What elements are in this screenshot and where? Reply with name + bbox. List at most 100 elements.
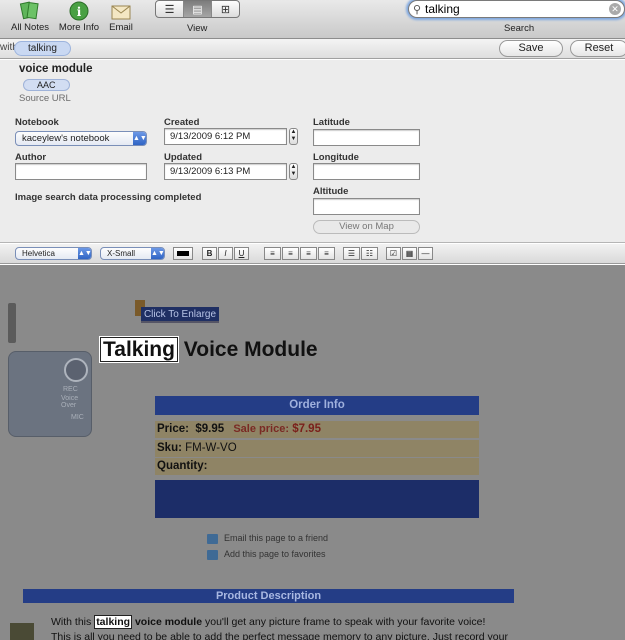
table-icon[interactable]: ▦ [402,247,417,260]
sku-value: FM-W-VO [185,442,237,454]
email-friend-text: Email this page to a friend [224,533,329,543]
email-friend-link[interactable]: Email this page to a friend [207,533,328,544]
notebook-select-value: kaceylew's notebook [22,133,110,144]
sku-label: Sku: [157,442,182,454]
order-info-header: Order Info [155,396,479,415]
desc-post: you'll get any picture frame to speak wi… [202,616,486,628]
envelope-icon [110,1,132,21]
note-content[interactable]: REC Voice Over MIC Click To Enlarge Talk… [0,265,625,640]
save-search-button[interactable]: Save [499,40,563,57]
tag-pill[interactable]: AAC [23,79,70,91]
chevron-updown-icon: ▲▼ [133,132,147,145]
font-select[interactable]: Helvetica ▲▼ [15,247,92,260]
search-term-pill[interactable]: talking [14,41,71,56]
device-antenna-image [8,303,16,343]
view-on-map-button[interactable]: View on Map [313,220,420,234]
bold-button[interactable]: B [202,247,217,260]
chevron-updown-icon: ▲▼ [151,248,165,259]
voice-module-image: REC Voice Over MIC [8,351,92,437]
chevron-updown-icon: ▲▼ [78,248,92,259]
all-notes-label: All Notes [10,22,49,33]
image-search-status: Image search data processing completed [15,192,202,203]
numbered-list-icon[interactable]: ☷ [361,247,378,260]
underline-button[interactable]: U [234,247,249,260]
font-size-select-value: X-Small [107,249,136,258]
quantity-label: Quantity: [157,460,208,472]
align-left-icon[interactable]: ≡ [264,247,281,260]
altitude-label: Altitude [313,186,349,197]
reset-search-button[interactable]: Reset [570,40,625,57]
align-right-icon[interactable]: ≡ [300,247,317,260]
italic-button[interactable]: I [218,247,233,260]
align-justify-icon[interactable]: ≡ [318,247,335,260]
split-view-button[interactable]: ▤ [184,1,212,17]
created-stepper[interactable]: ▲ ▼ [289,128,298,145]
created-label: Created [164,117,200,128]
email-label: Email [109,22,133,33]
device-rec-label: REC [63,386,78,393]
format-toolbar: Helvetica ▲▼ X-Small ▲▼ B I U ≡ ≡ ≡ ≡ ☰ … [0,244,625,264]
clear-search-icon[interactable]: ✕ [609,3,621,15]
view-mode-segmented-control: ☰ ▤ ⊞ [155,0,240,18]
altitude-field[interactable] [313,198,420,215]
checkbox-icon[interactable]: ☑ [386,247,401,260]
font-size-select[interactable]: X-Small ▲▼ [100,247,165,260]
note-info-panel: voice module AAC Source URL Notebook kac… [0,60,625,243]
notebook-select[interactable]: kaceylew's notebook ▲▼ [15,131,147,146]
device-voice-label: Voice Over [61,395,79,409]
longitude-label: Longitude [313,152,359,163]
list-view-button[interactable]: ☰ [156,1,184,17]
add-favorites-text: Add this page to favorites [224,549,326,559]
add-favorites-link[interactable]: Add this page to favorites [207,549,326,560]
latitude-field[interactable] [313,129,420,146]
search-icon: ⚲ [413,4,422,16]
thumbnail-view-button[interactable]: ⊞ [212,1,239,17]
notes-icon [19,1,41,21]
add-to-cart-link[interactable] [205,492,425,502]
author-label: Author [15,152,47,163]
desc-pre: With this [51,616,95,628]
price-value: $9.95 [195,423,225,435]
notebook-label: Notebook [15,117,59,128]
device-mic-label: MIC [71,414,84,421]
note-title[interactable]: voice module [19,63,93,75]
more-info-button[interactable]: i More Info [56,0,102,33]
search-input[interactable] [425,2,605,16]
desc-bold: voice module [132,616,203,628]
updated-date-field[interactable]: 9/13/2009 6:13 PM [164,163,287,180]
longitude-field[interactable] [313,163,420,180]
created-date-field[interactable]: 9/13/2009 6:12 PM [164,128,287,145]
author-field[interactable] [15,163,147,180]
svg-text:i: i [77,5,82,19]
all-notes-button[interactable]: All Notes [8,0,52,33]
main-toolbar: All Notes i More Info Email ☰ ▤ ⊞ View ⚲… [0,0,625,39]
updated-stepper[interactable]: ▲ ▼ [289,163,298,180]
search-highlight: Talking [99,336,179,363]
sale-price-label: Sale price: [233,423,289,435]
text-color-button[interactable] [173,247,193,260]
horizontal-rule-icon[interactable]: — [418,247,433,260]
bullet-list-icon[interactable]: ☰ [343,247,360,260]
click-to-enlarge-link[interactable]: Click To Enlarge [141,307,219,323]
product-description-header: Product Description [23,589,514,603]
sale-price-value: $7.95 [292,423,321,435]
align-center-icon[interactable]: ≡ [282,247,299,260]
search-label: Search [504,23,535,34]
email-button[interactable]: Email [106,0,136,33]
email-friend-icon [207,533,218,544]
desc-line2: This is all you need to be able to add t… [51,631,508,640]
updated-label: Updated [164,152,202,163]
price-row: Price: $9.95 Sale price: $7.95 [155,421,479,438]
font-select-value: Helvetica [22,249,55,258]
source-url-field[interactable]: Source URL [19,93,71,104]
product-description-text: With this talking voice module you'll ge… [51,615,611,640]
desc-search-highlight: talking [94,615,133,629]
latitude-label: Latitude [313,117,350,128]
more-info-label: More Info [58,22,100,33]
info-icon: i [68,1,90,21]
speaker-icon [64,358,88,382]
description-thumbnail-image [10,623,34,640]
quantity-row: Quantity: [155,458,479,475]
product-title: Talking Voice Module [99,336,318,363]
sku-row: Sku: FM-W-VO [155,440,479,457]
